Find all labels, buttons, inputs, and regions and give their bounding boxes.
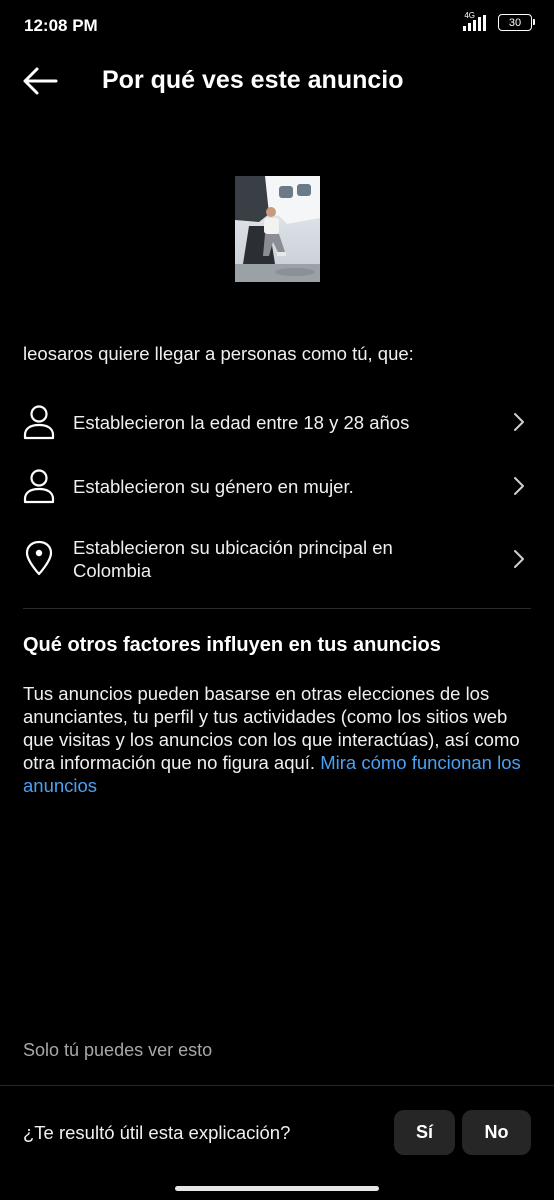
criteria-row-location[interactable]: Establecieron su ubicación principal en …	[0, 534, 554, 584]
battery-level: 30	[508, 16, 522, 29]
chevron-right-icon	[514, 550, 524, 568]
network-type: 4G	[464, 11, 475, 20]
home-indicator[interactable]	[175, 1186, 379, 1191]
criteria-label: Establecieron su ubicación principal en …	[73, 537, 393, 581]
arrow-left-icon	[23, 67, 58, 95]
battery-icon: 30	[498, 14, 535, 31]
chevron-right-icon	[514, 413, 524, 431]
section-title: Qué otros factores influyen en tus anunc…	[23, 634, 441, 656]
private-note: Solo tú puedes ver esto	[23, 1040, 213, 1060]
feedback-question: ¿Te resultó útil esta explicación?	[23, 1122, 291, 1143]
header: Por qué ves este anuncio	[0, 58, 554, 104]
page-title: Por qué ves este anuncio	[102, 66, 404, 94]
status-icons: 4G 30	[463, 11, 535, 31]
section-body: Tus anuncios pueden basarse en otras ele…	[23, 682, 523, 797]
status-time: 12:08 PM	[24, 16, 98, 35]
person-icon	[23, 469, 55, 504]
back-button[interactable]	[20, 64, 60, 98]
divider	[0, 1085, 554, 1086]
criteria-row-gender[interactable]: Establecieron su género en mujer.	[0, 466, 554, 506]
person-icon	[23, 405, 55, 440]
status-bar: 12:08 PM 4G 30	[0, 0, 554, 50]
location-pin-icon	[25, 540, 53, 576]
criteria-row-age[interactable]: Establecieron la edad entre 18 y 28 años	[0, 402, 554, 442]
criteria-label: Establecieron la edad entre 18 y 28 años	[73, 412, 410, 433]
no-button[interactable]: No	[462, 1110, 531, 1155]
divider	[23, 608, 531, 609]
chevron-right-icon	[514, 477, 524, 495]
targeting-intro: leosaros quiere llegar a personas como t…	[23, 343, 414, 364]
ad-thumbnail	[235, 176, 320, 282]
yes-button[interactable]: Sí	[394, 1110, 455, 1155]
criteria-label: Establecieron su género en mujer.	[73, 476, 354, 497]
